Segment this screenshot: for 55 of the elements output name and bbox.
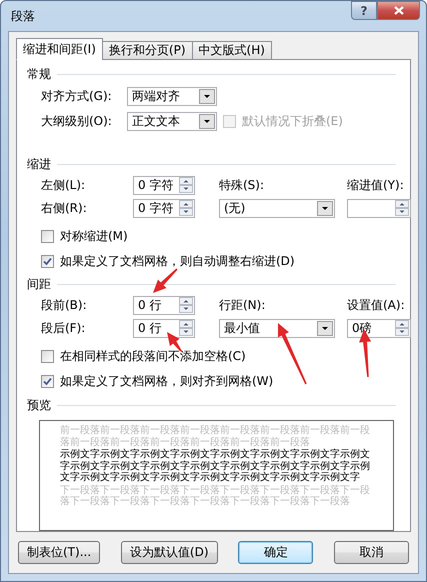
spin-field[interactable]: 0 字符: [133, 176, 195, 195]
checkbox[interactable]: [41, 254, 54, 268]
section-heading: 缩进: [27, 156, 51, 173]
spin-buttons-icon[interactable]: [179, 320, 193, 336]
dropdown-field[interactable]: 最小值: [219, 318, 335, 338]
arrow: [153, 268, 178, 293]
dropdown-field[interactable]: 正文文本: [127, 112, 217, 132]
field-label: 行距(N):: [219, 296, 266, 314]
section-heading: 间距: [27, 276, 51, 294]
arrow: [167, 332, 182, 352]
field-label: 设置值(A):: [347, 296, 406, 314]
dialog-button[interactable]: 制表位(T)...: [18, 541, 100, 564]
dialog-button[interactable]: 取消: [334, 541, 409, 564]
field-label: 缩进值(Y):: [347, 176, 405, 194]
checkbox-label: 如果定义了文档网格，则对齐到网格(W): [60, 372, 274, 390]
section-heading: 预览: [27, 396, 51, 414]
spin-field[interactable]: 0 行: [133, 296, 195, 315]
checkbox-label: 如果定义了文档网格，则自动调整右缩进(D): [60, 252, 295, 270]
field-label: 段前(B):: [41, 296, 88, 314]
spin-buttons-icon[interactable]: [179, 297, 193, 314]
checkbox[interactable]: [41, 374, 54, 388]
close-icon: [394, 6, 404, 15]
checkbox-label: 在相同样式的段落间不添加空格(C): [60, 348, 246, 365]
spin-field[interactable]: 0 字符: [133, 198, 195, 218]
field-label: 右侧(R):: [41, 200, 88, 217]
spin-buttons-icon[interactable]: [179, 200, 193, 216]
dialog-button[interactable]: 设为默认值(D): [120, 541, 218, 564]
spin-buttons-icon[interactable]: [179, 177, 193, 194]
dropdown-field[interactable]: (无): [219, 198, 335, 218]
checkbox-label: 默认情况下折叠(E): [242, 113, 343, 130]
field-label: 对齐方式(G):: [41, 88, 113, 106]
checkbox[interactable]: [41, 230, 54, 243]
dialog-button[interactable]: 确定: [238, 541, 314, 564]
checkbox[interactable]: [41, 350, 54, 363]
field-label: 段后(F):: [41, 320, 86, 337]
field-label: 左侧(L):: [41, 176, 86, 194]
spin-field[interactable]: [347, 198, 411, 218]
preview-text: 示例文字示例文字示例文字示例文字示例文字示例文字示例文字示例文字示例文字示例文字示例文字示例文字示例文字示例文字示例文字示例文字示例文字示例文字示例文字示例文字示例文字示例文字示例文字: [60, 449, 371, 484]
tab[interactable]: 换行和分页(P): [102, 41, 193, 60]
spin-buttons-icon[interactable]: [395, 320, 409, 336]
field-label: 大纲级别(O):: [41, 113, 113, 130]
arrow: [278, 323, 307, 384]
checkbox-label: 对称缩进(M): [60, 228, 128, 245]
tab[interactable]: 缩进和间距(I): [16, 38, 103, 60]
preview-text: 下一段落下一段落下一段落下一段落下一段落下一段落下一段落下一段落下一段落下一段落下一段落下一段落下一段落下一段落下一段落: [60, 484, 371, 508]
section-heading: 常规: [27, 66, 51, 83]
spin-field[interactable]: 0 行: [133, 318, 195, 338]
field-label: 特殊(S):: [219, 176, 266, 194]
help-button[interactable]: ?: [351, 1, 377, 20]
preview-text: 前一段落前一段落前一段落前一段落前一段落前一段落前一段落前一段落前一段落前一段落前一段落前一段落前一段落前一段落: [60, 425, 371, 448]
window-title: 段落: [11, 8, 36, 25]
dropdown-field[interactable]: 两端对齐: [127, 87, 217, 106]
tab[interactable]: 中文版式(H): [192, 41, 272, 60]
close-button[interactable]: [377, 1, 420, 20]
spin-buttons-icon[interactable]: [395, 200, 409, 216]
